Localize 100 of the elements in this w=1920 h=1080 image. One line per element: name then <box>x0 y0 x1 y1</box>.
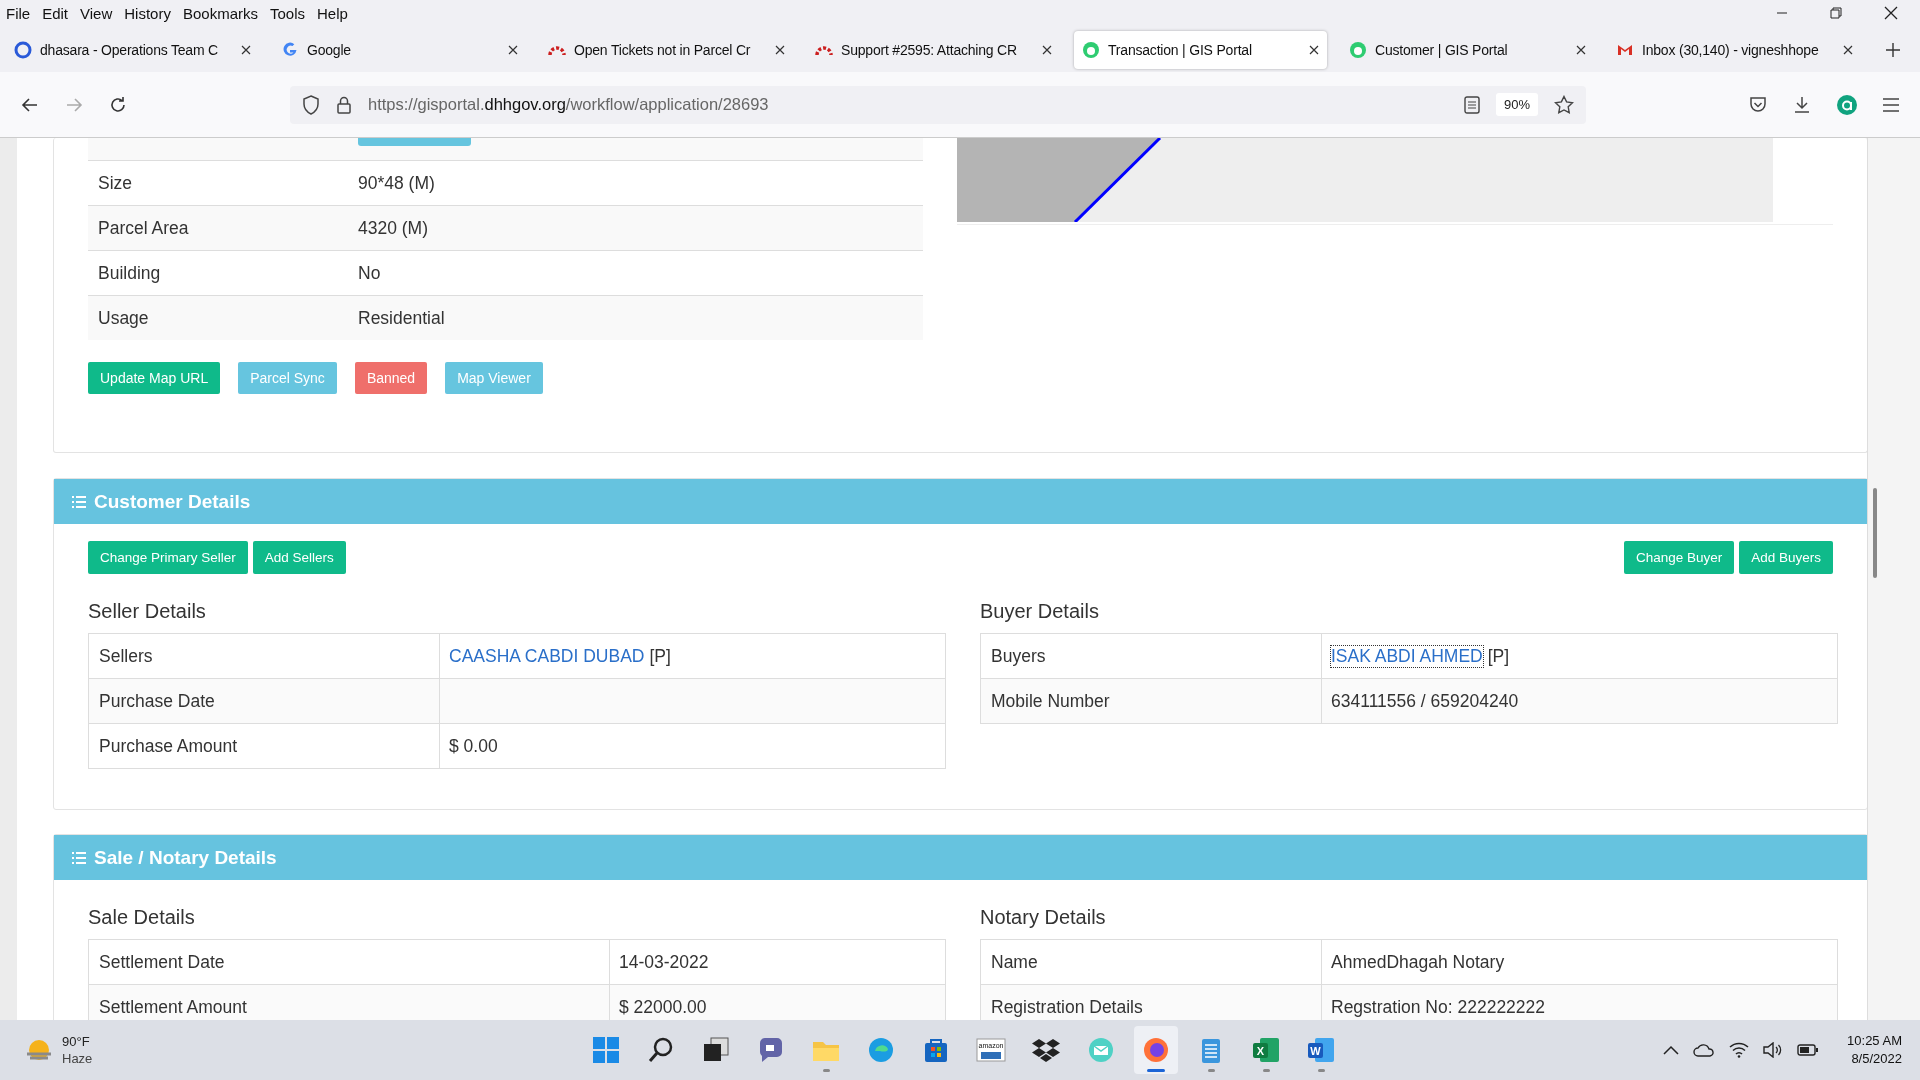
browser-tab[interactable]: Inbox (30,140) - vigneshhope <box>1608 31 1861 69</box>
field-value: $ 22000.00 <box>619 996 707 1018</box>
shield-icon <box>302 94 320 115</box>
browser-tab[interactable]: Transaction | GIS Portal <box>1074 31 1327 69</box>
field-label: Name <box>981 940 1322 984</box>
field-value: $ 0.00 <box>449 735 498 757</box>
tab-title: Open Tickets not in Parcel Cr <box>574 42 752 58</box>
reader-view-icon[interactable] <box>1463 95 1480 114</box>
wifi-icon[interactable] <box>1729 1042 1750 1058</box>
tab-title: Google <box>307 42 352 58</box>
running-indicator <box>822 1069 830 1072</box>
field-value: No <box>358 262 381 284</box>
field-label: Purchase Amount <box>89 724 440 768</box>
field-value: Residential <box>358 307 445 329</box>
close-icon[interactable] <box>241 45 251 55</box>
list-icon <box>72 495 86 508</box>
subsection-heading: Seller Details <box>88 600 207 623</box>
reload-icon[interactable] <box>108 94 128 115</box>
field-value: Regstration No: 222222222 <box>1331 996 1546 1018</box>
lock-icon <box>336 94 352 115</box>
taskbar-app[interactable]: X <box>1244 1026 1288 1074</box>
browser-tab[interactable]: dhasara - Operations Team C <box>6 31 259 69</box>
favicon-icon <box>14 41 32 59</box>
field-value: 90*48 (M) <box>358 172 435 194</box>
star-icon[interactable] <box>1554 94 1574 115</box>
field-value: 14-03-2022 <box>619 951 709 973</box>
favicon-icon <box>1349 41 1367 59</box>
subsection-heading: Notary Details <box>980 906 1107 929</box>
chevron-up-icon[interactable] <box>1663 1045 1680 1055</box>
close-icon[interactable] <box>775 45 785 55</box>
clock[interactable]: 10:25 AM 8/5/2022 <box>1847 1032 1902 1068</box>
menu-item[interactable]: Tools <box>270 4 305 22</box>
subsection-heading: Sale Details <box>88 906 196 929</box>
running-indicator <box>1262 1069 1270 1072</box>
close-icon[interactable] <box>1576 45 1586 55</box>
close-icon[interactable] <box>1309 45 1319 55</box>
tab-title: Support #2595: Attaching CR <box>841 42 1018 58</box>
firefox-icon <box>1141 1035 1171 1065</box>
menu-item[interactable]: Bookmarks <box>182 4 258 22</box>
menu-item[interactable]: Edit <box>42 4 69 22</box>
field-label: Size <box>97 172 134 194</box>
favicon-icon <box>1082 41 1100 59</box>
download-icon[interactable] <box>1792 94 1812 115</box>
field-label: Usage <box>97 307 150 329</box>
menu-item[interactable]: View <box>80 4 113 22</box>
tab-title: Inbox (30,140) - vigneshhope <box>1642 42 1820 58</box>
tab-title: dhasara - Operations Team C <box>40 42 219 58</box>
person-link[interactable]: CAASHA CABDI DUBAD <box>449 645 645 667</box>
close-icon[interactable] <box>508 45 518 55</box>
weather-condition-text: Haze <box>62 1050 93 1067</box>
plus-icon[interactable] <box>1885 42 1901 58</box>
menu-icon[interactable] <box>1882 96 1900 113</box>
menu-item[interactable]: Help <box>317 4 348 22</box>
sun-haze-icon <box>24 1037 54 1063</box>
tab-title: Transaction | GIS Portal <box>1108 42 1253 58</box>
start-icon <box>591 1035 621 1065</box>
close-icon[interactable] <box>1884 6 1898 20</box>
account-icon[interactable] <box>1836 93 1858 116</box>
taskbar-app[interactable]: W <box>1299 1026 1343 1074</box>
menu-item[interactable]: History <box>124 4 171 22</box>
restore-icon[interactable] <box>1830 7 1842 19</box>
browser-tab[interactable]: Google <box>273 31 526 69</box>
scrollbar-thumb[interactable] <box>1873 488 1877 578</box>
favicon-icon <box>281 41 299 59</box>
edge-icon <box>866 1035 896 1065</box>
browser-tab[interactable]: Support #2595: Attaching CR <box>807 31 1060 69</box>
running-indicator <box>1207 1069 1215 1072</box>
list-icon <box>72 851 86 864</box>
browser-tab[interactable]: Customer | GIS Portal <box>1341 31 1594 69</box>
close-icon[interactable] <box>1042 45 1052 55</box>
field-label: Sellers <box>89 634 440 678</box>
running-indicator <box>1317 1069 1325 1072</box>
tab-title: Customer | GIS Portal <box>1375 42 1509 58</box>
section-title: Sale / Notary Details <box>94 846 277 869</box>
field-value: [P] <box>1487 645 1510 667</box>
close-icon[interactable] <box>1843 45 1853 55</box>
field-label: Buyers <box>981 634 1322 678</box>
field-label: Mobile Number <box>981 679 1322 723</box>
battery-icon[interactable] <box>1797 1044 1820 1056</box>
address-bar[interactable]: https://gisportal.dhhgov.org/workflow/application/28693 90% <box>290 85 1586 124</box>
speaker-icon[interactable] <box>1763 1042 1784 1058</box>
pocket-icon[interactable] <box>1748 94 1768 115</box>
field-label: Building <box>97 262 162 284</box>
field-value: 4320 (M) <box>358 217 429 239</box>
field-value: 634111556 / 659204240 <box>1331 690 1519 712</box>
person-link[interactable]: ISAK ABDI AHMED <box>1331 645 1483 667</box>
menu-item[interactable]: File <box>6 4 31 22</box>
running-indicator <box>1147 1069 1165 1072</box>
browser-tab[interactable]: Open Tickets not in Parcel Cr <box>540 31 793 69</box>
subsection-heading: Buyer Details <box>980 600 1100 623</box>
field-label: Parcel Area <box>97 217 190 239</box>
section-title: Customer Details <box>94 490 251 513</box>
field-label: Purchase Date <box>89 679 440 723</box>
field-label: Settlement Date <box>89 940 610 984</box>
field-value: [P] <box>649 645 671 667</box>
temperature-text: 90°F <box>62 1033 91 1050</box>
url-text: https://gisportal.dhhgov.org/workflow/application/28693 <box>368 95 769 114</box>
zoom-level-badge[interactable]: 90% <box>1495 93 1538 116</box>
mail-icon <box>1086 1035 1116 1065</box>
cloud-icon[interactable] <box>1693 1043 1716 1057</box>
